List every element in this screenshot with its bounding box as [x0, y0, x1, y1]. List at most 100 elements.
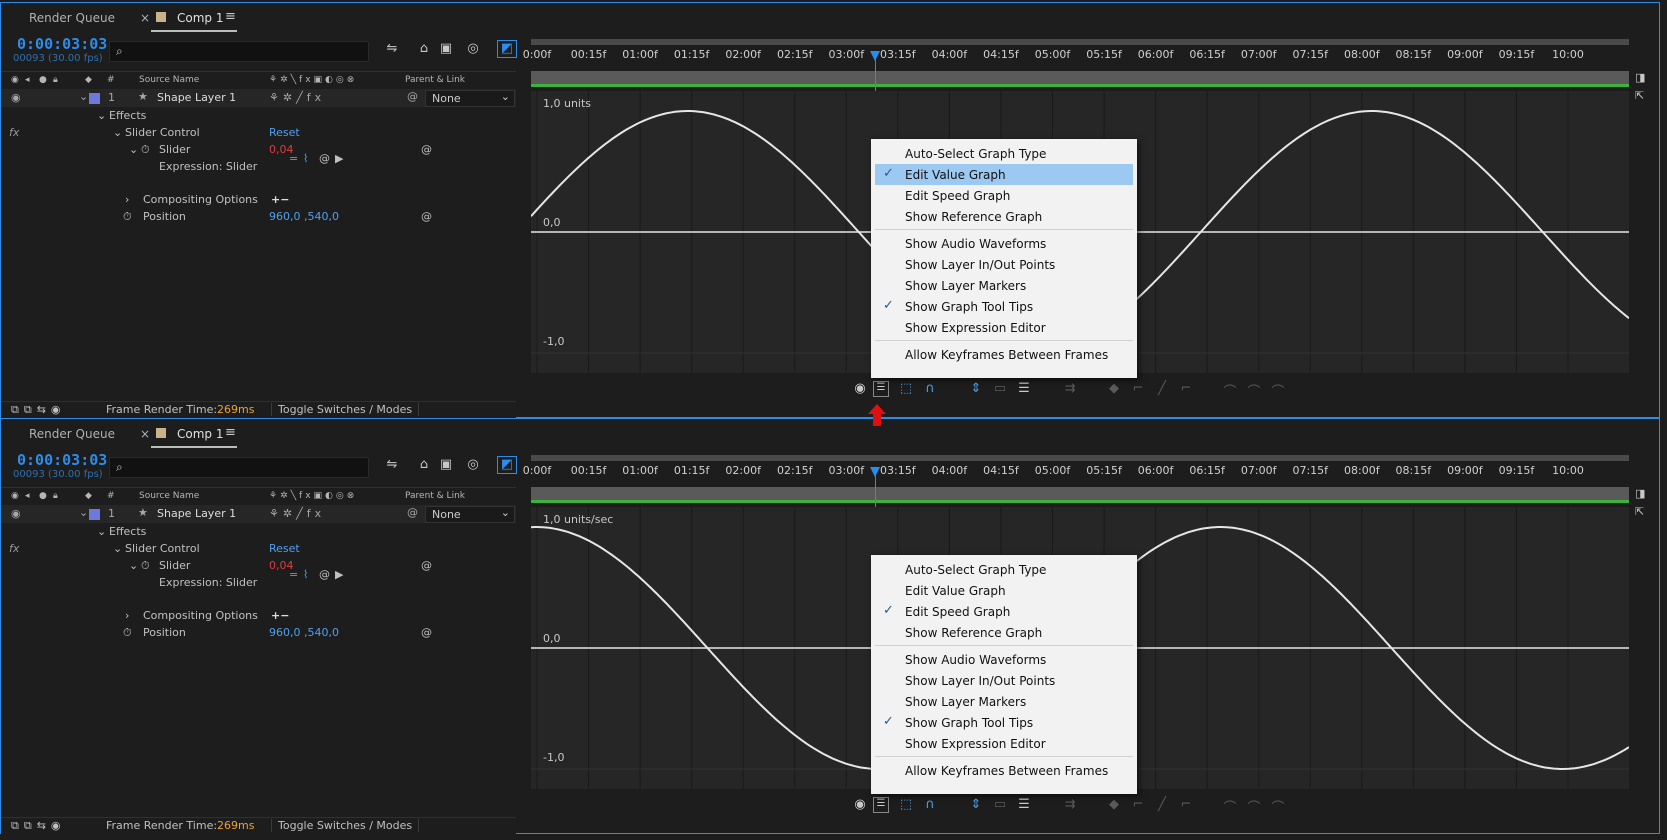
stopwatch-icon[interactable]: ⏱︎ [123, 210, 132, 224]
fit-icon[interactable]: ⇕ [967, 381, 985, 399]
time-ruler[interactable]: 0:00f 00:15f 01:00f 01:15f 02:00f 02:15f 03:00… [523, 39, 1629, 68]
auto-bezier-icon[interactable]: ⌐ [1177, 381, 1195, 399]
menu-item-allow-keyframes-between-frames[interactable]: Allow Keyframes Between Frames [875, 344, 1133, 365]
graph-scroll-icon[interactable]: ⇱ [1635, 89, 1644, 102]
menu-item-show-layer-markers[interactable]: Show Layer Markers [875, 691, 1133, 712]
column-source-name[interactable]: Source Name [139, 75, 199, 85]
chevron-down-icon[interactable]: ⌄ [97, 525, 106, 538]
graph-options-menu[interactable]: Auto-Select Graph Type ✓ Edit Value Graph E… [871, 139, 1137, 378]
chevron-down-icon[interactable]: ⌄ [97, 109, 106, 122]
fit-all-icon[interactable]: ▭ [991, 797, 1009, 815]
position-value[interactable]: 960,0 ,540,0 [269, 210, 339, 223]
transform-box-icon[interactable]: ⬚ [897, 797, 915, 815]
expression-language-menu-icon[interactable]: ▶ [335, 568, 343, 581]
close-icon[interactable]: × [140, 427, 150, 441]
spiral-icon[interactable]: @ [421, 143, 432, 156]
tab-render-queue[interactable]: Render Queue [29, 11, 115, 25]
fx-icon[interactable]: fx [9, 542, 19, 555]
slider-control-row[interactable]: fx ⌄ Slider Control Reset [1, 540, 516, 558]
time-navigator-bar[interactable] [531, 455, 1629, 461]
draft-3d-icon[interactable]: ⌂ [415, 41, 433, 57]
pickwhip-icon[interactable]: @ [407, 506, 418, 519]
spiral-icon[interactable]: @ [421, 559, 432, 572]
position-value[interactable]: 960,0 ,540,0 [269, 626, 339, 639]
hold-keyframe-icon[interactable]: ⌐ [1129, 797, 1147, 815]
time-navigator-bar[interactable] [531, 39, 1629, 45]
graph-editor-icon[interactable]: ◩ [497, 456, 517, 474]
eye-icon[interactable]: ◉ [851, 381, 869, 399]
pickwhip-icon[interactable]: @ [407, 90, 418, 103]
menu-item-show-reference-graph[interactable]: Show Reference Graph [875, 206, 1133, 227]
eye-icon[interactable]: ◉ [11, 75, 19, 85]
expression-pickwhip-icon[interactable]: @ [319, 152, 330, 165]
menu-item-show-layer-in-out-points[interactable]: Show Layer In/Out Points [875, 670, 1133, 691]
expression-language-menu-icon[interactable]: ▶ [335, 152, 343, 165]
audio-icon[interactable]: ◂ [25, 75, 30, 85]
compositing-options-row[interactable]: › Compositing Options +− [1, 607, 516, 625]
linear-keyframe-icon[interactable]: ╱ [1153, 381, 1171, 399]
column-parent-link[interactable]: Parent & Link [405, 491, 465, 501]
edit-keyframe-icon[interactable]: ◆ [1105, 381, 1123, 399]
chevron-down-icon[interactable]: ⌄ [113, 542, 122, 555]
graph-options-icon[interactable]: ☰ [873, 797, 889, 813]
footer-toggle-icons[interactable]: ⧉⧉⇆◉ [11, 819, 66, 833]
easy-ease-icon[interactable]: ⌒ [1221, 797, 1239, 816]
graph-options-icon[interactable]: ☰ [873, 381, 889, 397]
shy-layers-icon[interactable]: ▣ [437, 41, 455, 57]
work-area-end-icon[interactable]: ◨ [1635, 71, 1645, 84]
solo-icon[interactable]: ● [39, 75, 47, 85]
eye-icon[interactable]: ◉ [11, 507, 21, 520]
layer-row[interactable]: ◉ ⌄ 1 ★ Shape Layer 1 ⚘✲╱fx @ None ⌄ [1, 89, 516, 107]
composition-mini-flowchart-icon[interactable]: ⇋ [383, 457, 401, 473]
spiral-icon[interactable]: @ [421, 626, 432, 639]
chevron-down-icon[interactable]: ⌄ [79, 506, 88, 519]
parent-select[interactable]: None ⌄ [425, 90, 515, 107]
menu-item-edit-value-graph[interactable]: Edit Value Graph [875, 580, 1133, 601]
slider-row[interactable]: ⌄ ⏱︎ Slider 0,04 @ [1, 141, 516, 159]
menu-item-show-reference-graph[interactable]: Show Reference Graph [875, 622, 1133, 643]
add-remove-icon[interactable]: +− [271, 609, 289, 622]
time-ruler[interactable]: 0:00f 00:15f 01:00f 01:15f 02:00f 02:15f 03:00… [523, 455, 1629, 484]
menu-item-allow-keyframes-between-frames[interactable]: Allow Keyframes Between Frames [875, 760, 1133, 781]
compositing-options-row[interactable]: › Compositing Options +− [1, 191, 516, 209]
menu-item-show-layer-in-out-points[interactable]: Show Layer In/Out Points [875, 254, 1133, 275]
tab-render-queue[interactable]: Render Queue [29, 427, 115, 441]
easy-ease-icon[interactable]: ⌒ [1221, 381, 1239, 400]
current-time-display[interactable]: 0:00:03:03 [17, 451, 107, 469]
easy-ease-in-icon[interactable]: ⌒ [1245, 797, 1263, 816]
separate-dimensions-icon[interactable]: ⇉ [1061, 381, 1079, 399]
position-row[interactable]: ⏱︎ Position 960,0 ,540,0 @ [1, 624, 516, 642]
label-icon[interactable]: ◆ [85, 75, 92, 85]
easy-ease-in-icon[interactable]: ⌒ [1245, 381, 1263, 400]
graph-editor-icon[interactable]: ◩ [497, 40, 517, 58]
auto-bezier-icon[interactable]: ⌐ [1177, 797, 1195, 815]
effects-row[interactable]: ⌄ Effects [1, 523, 516, 541]
expression-enable-icon[interactable]: = [289, 152, 298, 165]
graph-scroll-icon[interactable]: ⇱ [1635, 505, 1644, 518]
column-parent-link[interactable]: Parent & Link [405, 75, 465, 85]
work-area-end-icon[interactable]: ◨ [1635, 487, 1645, 500]
layer-search-input[interactable]: ⌕ [109, 457, 369, 478]
expression-pickwhip-icon[interactable]: @ [319, 568, 330, 581]
audio-icon[interactable]: ◂ [25, 491, 30, 501]
stopwatch-icon[interactable]: ⏱︎ [123, 626, 132, 640]
menu-item-show-graph-tool-tips[interactable]: ✓ Show Graph Tool Tips [875, 712, 1133, 733]
layer-name[interactable]: Shape Layer 1 [157, 91, 236, 104]
reset-link[interactable]: Reset [269, 126, 300, 139]
linear-keyframe-icon[interactable]: ╱ [1153, 797, 1171, 815]
toggle-switches-modes-button[interactable]: Toggle Switches / Modes [271, 819, 420, 832]
menu-item-show-expression-editor[interactable]: Show Expression Editor [875, 733, 1133, 754]
fx-icon[interactable]: fx [9, 126, 19, 139]
close-icon[interactable]: × [140, 11, 150, 25]
solo-icon[interactable]: ● [39, 491, 47, 501]
layer-switches[interactable]: ⚘✲╱fx [269, 507, 325, 520]
menu-item-show-layer-markers[interactable]: Show Layer Markers [875, 275, 1133, 296]
eye-icon[interactable]: ◉ [11, 491, 19, 501]
current-time-display[interactable]: 0:00:03:03 [17, 35, 107, 53]
panel-menu-icon[interactable]: ≡ [225, 9, 236, 24]
chevron-down-icon[interactable]: ⌄ [113, 126, 122, 139]
column-source-name[interactable]: Source Name [139, 491, 199, 501]
fit-icon[interactable]: ⇕ [967, 797, 985, 815]
menu-item-auto-select-graph-type[interactable]: Auto-Select Graph Type [875, 143, 1133, 164]
fit-graph-icon[interactable]: ☰ [1015, 381, 1033, 399]
